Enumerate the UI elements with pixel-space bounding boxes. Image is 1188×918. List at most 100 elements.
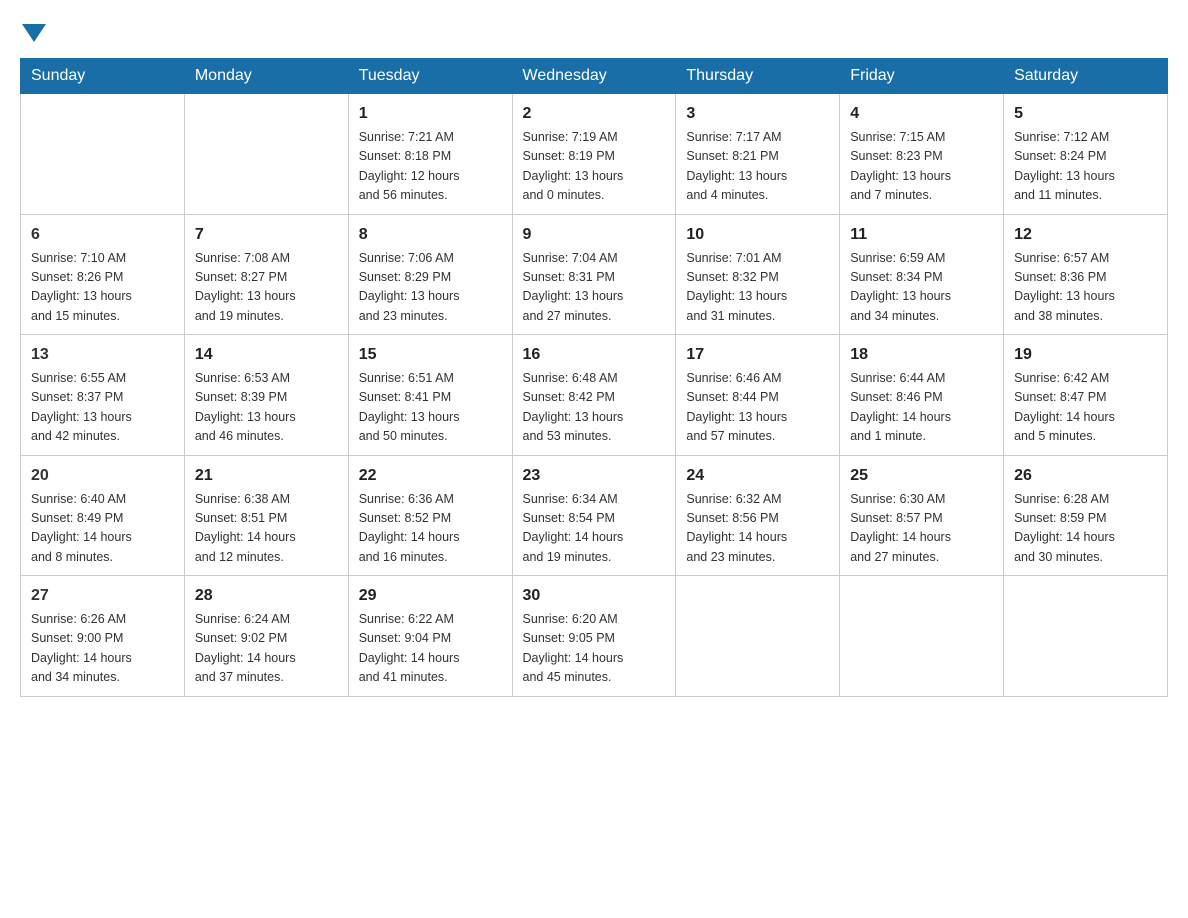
day-info: Sunrise: 6:44 AM Sunset: 8:46 PM Dayligh… — [850, 369, 993, 447]
day-info: Sunrise: 6:42 AM Sunset: 8:47 PM Dayligh… — [1014, 369, 1157, 447]
logo — [20, 20, 48, 38]
calendar-table: SundayMondayTuesdayWednesdayThursdayFrid… — [20, 58, 1168, 697]
calendar-cell — [21, 94, 185, 215]
day-number: 1 — [359, 102, 502, 126]
calendar-cell: 18Sunrise: 6:44 AM Sunset: 8:46 PM Dayli… — [840, 335, 1004, 456]
day-info: Sunrise: 6:32 AM Sunset: 8:56 PM Dayligh… — [686, 490, 829, 568]
calendar-cell — [840, 576, 1004, 697]
day-number: 30 — [523, 584, 666, 608]
calendar-cell: 23Sunrise: 6:34 AM Sunset: 8:54 PM Dayli… — [512, 455, 676, 576]
day-info: Sunrise: 7:06 AM Sunset: 8:29 PM Dayligh… — [359, 249, 502, 327]
column-header-thursday: Thursday — [676, 59, 840, 94]
calendar-week-row: 20Sunrise: 6:40 AM Sunset: 8:49 PM Dayli… — [21, 455, 1168, 576]
day-info: Sunrise: 6:34 AM Sunset: 8:54 PM Dayligh… — [523, 490, 666, 568]
day-info: Sunrise: 7:17 AM Sunset: 8:21 PM Dayligh… — [686, 128, 829, 206]
day-number: 11 — [850, 223, 993, 247]
day-number: 27 — [31, 584, 174, 608]
calendar-cell: 28Sunrise: 6:24 AM Sunset: 9:02 PM Dayli… — [184, 576, 348, 697]
calendar-cell: 26Sunrise: 6:28 AM Sunset: 8:59 PM Dayli… — [1004, 455, 1168, 576]
calendar-cell: 14Sunrise: 6:53 AM Sunset: 8:39 PM Dayli… — [184, 335, 348, 456]
day-info: Sunrise: 6:28 AM Sunset: 8:59 PM Dayligh… — [1014, 490, 1157, 568]
day-info: Sunrise: 6:40 AM Sunset: 8:49 PM Dayligh… — [31, 490, 174, 568]
column-header-saturday: Saturday — [1004, 59, 1168, 94]
calendar-cell: 2Sunrise: 7:19 AM Sunset: 8:19 PM Daylig… — [512, 94, 676, 215]
day-number: 4 — [850, 102, 993, 126]
day-number: 15 — [359, 343, 502, 367]
day-number: 6 — [31, 223, 174, 247]
day-number: 9 — [523, 223, 666, 247]
column-header-sunday: Sunday — [21, 59, 185, 94]
day-info: Sunrise: 7:15 AM Sunset: 8:23 PM Dayligh… — [850, 128, 993, 206]
day-info: Sunrise: 7:19 AM Sunset: 8:19 PM Dayligh… — [523, 128, 666, 206]
day-info: Sunrise: 7:12 AM Sunset: 8:24 PM Dayligh… — [1014, 128, 1157, 206]
day-info: Sunrise: 7:10 AM Sunset: 8:26 PM Dayligh… — [31, 249, 174, 327]
calendar-cell: 4Sunrise: 7:15 AM Sunset: 8:23 PM Daylig… — [840, 94, 1004, 215]
calendar-cell: 13Sunrise: 6:55 AM Sunset: 8:37 PM Dayli… — [21, 335, 185, 456]
day-number: 29 — [359, 584, 502, 608]
calendar-cell: 30Sunrise: 6:20 AM Sunset: 9:05 PM Dayli… — [512, 576, 676, 697]
day-info: Sunrise: 6:46 AM Sunset: 8:44 PM Dayligh… — [686, 369, 829, 447]
calendar-cell: 19Sunrise: 6:42 AM Sunset: 8:47 PM Dayli… — [1004, 335, 1168, 456]
day-number: 5 — [1014, 102, 1157, 126]
day-info: Sunrise: 7:04 AM Sunset: 8:31 PM Dayligh… — [523, 249, 666, 327]
day-number: 2 — [523, 102, 666, 126]
column-header-friday: Friday — [840, 59, 1004, 94]
calendar-cell: 11Sunrise: 6:59 AM Sunset: 8:34 PM Dayli… — [840, 214, 1004, 335]
calendar-cell: 29Sunrise: 6:22 AM Sunset: 9:04 PM Dayli… — [348, 576, 512, 697]
day-number: 20 — [31, 464, 174, 488]
column-header-monday: Monday — [184, 59, 348, 94]
day-number: 8 — [359, 223, 502, 247]
day-info: Sunrise: 6:20 AM Sunset: 9:05 PM Dayligh… — [523, 610, 666, 688]
calendar-cell: 7Sunrise: 7:08 AM Sunset: 8:27 PM Daylig… — [184, 214, 348, 335]
day-number: 18 — [850, 343, 993, 367]
calendar-cell: 20Sunrise: 6:40 AM Sunset: 8:49 PM Dayli… — [21, 455, 185, 576]
day-number: 23 — [523, 464, 666, 488]
day-info: Sunrise: 6:51 AM Sunset: 8:41 PM Dayligh… — [359, 369, 502, 447]
calendar-cell: 16Sunrise: 6:48 AM Sunset: 8:42 PM Dayli… — [512, 335, 676, 456]
day-info: Sunrise: 6:48 AM Sunset: 8:42 PM Dayligh… — [523, 369, 666, 447]
day-info: Sunrise: 6:26 AM Sunset: 9:00 PM Dayligh… — [31, 610, 174, 688]
day-number: 13 — [31, 343, 174, 367]
calendar-week-row: 1Sunrise: 7:21 AM Sunset: 8:18 PM Daylig… — [21, 94, 1168, 215]
day-number: 24 — [686, 464, 829, 488]
day-info: Sunrise: 6:30 AM Sunset: 8:57 PM Dayligh… — [850, 490, 993, 568]
day-number: 3 — [686, 102, 829, 126]
page-header — [20, 20, 1168, 38]
day-info: Sunrise: 6:55 AM Sunset: 8:37 PM Dayligh… — [31, 369, 174, 447]
calendar-cell: 21Sunrise: 6:38 AM Sunset: 8:51 PM Dayli… — [184, 455, 348, 576]
calendar-cell: 24Sunrise: 6:32 AM Sunset: 8:56 PM Dayli… — [676, 455, 840, 576]
day-number: 17 — [686, 343, 829, 367]
day-number: 28 — [195, 584, 338, 608]
calendar-cell: 25Sunrise: 6:30 AM Sunset: 8:57 PM Dayli… — [840, 455, 1004, 576]
calendar-cell: 12Sunrise: 6:57 AM Sunset: 8:36 PM Dayli… — [1004, 214, 1168, 335]
day-number: 12 — [1014, 223, 1157, 247]
calendar-cell: 22Sunrise: 6:36 AM Sunset: 8:52 PM Dayli… — [348, 455, 512, 576]
calendar-cell: 17Sunrise: 6:46 AM Sunset: 8:44 PM Dayli… — [676, 335, 840, 456]
calendar-cell: 6Sunrise: 7:10 AM Sunset: 8:26 PM Daylig… — [21, 214, 185, 335]
day-number: 7 — [195, 223, 338, 247]
column-header-tuesday: Tuesday — [348, 59, 512, 94]
calendar-cell — [184, 94, 348, 215]
day-number: 21 — [195, 464, 338, 488]
day-info: Sunrise: 6:38 AM Sunset: 8:51 PM Dayligh… — [195, 490, 338, 568]
calendar-cell: 5Sunrise: 7:12 AM Sunset: 8:24 PM Daylig… — [1004, 94, 1168, 215]
day-info: Sunrise: 6:59 AM Sunset: 8:34 PM Dayligh… — [850, 249, 993, 327]
day-info: Sunrise: 7:08 AM Sunset: 8:27 PM Dayligh… — [195, 249, 338, 327]
calendar-cell: 3Sunrise: 7:17 AM Sunset: 8:21 PM Daylig… — [676, 94, 840, 215]
day-info: Sunrise: 6:36 AM Sunset: 8:52 PM Dayligh… — [359, 490, 502, 568]
calendar-week-row: 27Sunrise: 6:26 AM Sunset: 9:00 PM Dayli… — [21, 576, 1168, 697]
calendar-cell: 9Sunrise: 7:04 AM Sunset: 8:31 PM Daylig… — [512, 214, 676, 335]
calendar-week-row: 13Sunrise: 6:55 AM Sunset: 8:37 PM Dayli… — [21, 335, 1168, 456]
logo-triangle-icon — [22, 24, 46, 42]
day-info: Sunrise: 7:21 AM Sunset: 8:18 PM Dayligh… — [359, 128, 502, 206]
day-number: 14 — [195, 343, 338, 367]
day-number: 10 — [686, 223, 829, 247]
calendar-cell — [1004, 576, 1168, 697]
calendar-cell: 10Sunrise: 7:01 AM Sunset: 8:32 PM Dayli… — [676, 214, 840, 335]
day-info: Sunrise: 6:53 AM Sunset: 8:39 PM Dayligh… — [195, 369, 338, 447]
day-info: Sunrise: 7:01 AM Sunset: 8:32 PM Dayligh… — [686, 249, 829, 327]
calendar-header-row: SundayMondayTuesdayWednesdayThursdayFrid… — [21, 59, 1168, 94]
day-number: 16 — [523, 343, 666, 367]
calendar-cell: 15Sunrise: 6:51 AM Sunset: 8:41 PM Dayli… — [348, 335, 512, 456]
day-info: Sunrise: 6:22 AM Sunset: 9:04 PM Dayligh… — [359, 610, 502, 688]
